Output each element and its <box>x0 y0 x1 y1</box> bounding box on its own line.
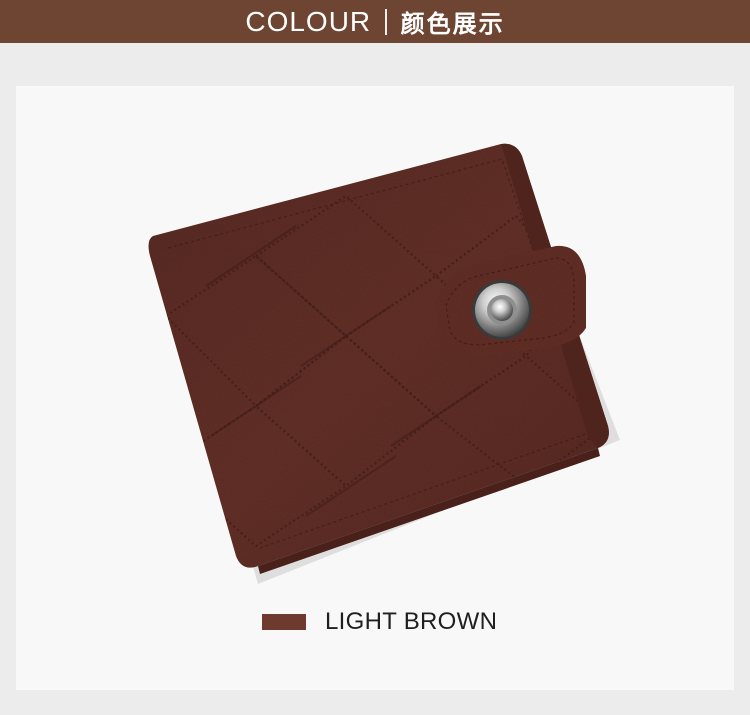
color-option: LIGHT BROWN <box>262 606 497 638</box>
color-swatch <box>262 614 306 630</box>
wallet-image <box>148 143 620 584</box>
section-header: COLOUR 颜色展示 <box>0 0 750 43</box>
product-card: LIGHT BROWN <box>16 86 734 690</box>
header-title-en: COLOUR <box>245 5 372 37</box>
color-name: LIGHT BROWN <box>325 608 498 635</box>
header-title-zh: 颜色展示 <box>400 10 505 38</box>
header-divider <box>385 8 387 35</box>
